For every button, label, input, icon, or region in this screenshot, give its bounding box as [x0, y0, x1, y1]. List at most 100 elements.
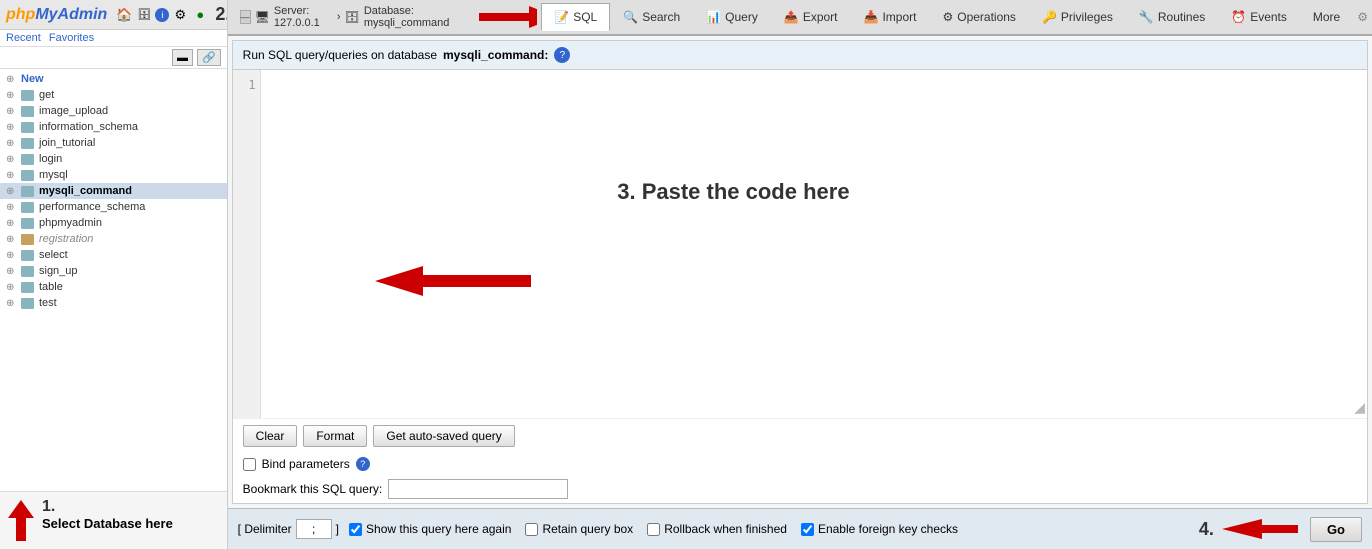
- bind-params-checkbox[interactable]: [243, 458, 256, 471]
- export-tab-label: Export: [803, 10, 838, 24]
- clear-button[interactable]: Clear: [243, 425, 298, 447]
- server-label: Server: 127.0.0.1: [274, 5, 333, 29]
- import-tab-label: Import: [882, 10, 916, 24]
- show-query-check[interactable]: Show this query here again: [349, 522, 511, 536]
- tab-sql[interactable]: 📝 SQL: [541, 3, 610, 31]
- db-join-tutorial[interactable]: ⊕ join_tutorial: [0, 135, 227, 151]
- db-name-label: select: [39, 249, 68, 261]
- retain-check[interactable]: Retain query box: [525, 522, 633, 536]
- db-name-label: mysql: [39, 169, 68, 181]
- info-icon[interactable]: i: [155, 8, 169, 22]
- expand-icon: ⊕: [6, 234, 18, 245]
- tab-search[interactable]: 🔍 Search: [610, 3, 693, 31]
- db-phpmyadmin[interactable]: ⊕ phpmyadmin: [0, 215, 227, 231]
- tab-privileges[interactable]: 🔑 Privileges: [1029, 3, 1126, 31]
- tab-import[interactable]: 📥 Import: [851, 3, 930, 31]
- help-icon[interactable]: ?: [554, 47, 570, 63]
- resize-handle[interactable]: ◢: [1354, 399, 1365, 416]
- step4-container: 4.: [1199, 515, 1300, 543]
- db-table-icon: [21, 186, 34, 197]
- bind-params-label[interactable]: Bind parameters: [262, 457, 350, 471]
- db-image-upload[interactable]: ⊕ image_upload: [0, 103, 227, 119]
- tab-query[interactable]: 📊 Query: [693, 3, 771, 31]
- db-table-icon: [21, 106, 34, 117]
- expand-icon: ⊕: [6, 186, 18, 197]
- recent-link[interactable]: Recent: [6, 32, 41, 44]
- expand-icon: ⊕: [6, 298, 18, 309]
- tab-routines[interactable]: 🔧 Routines: [1126, 3, 1218, 31]
- tab-export[interactable]: 📤 Export: [771, 3, 851, 31]
- top-bar: — 🖥 Server: 127.0.0.1 › 🗄 Database: mysq…: [228, 0, 1372, 36]
- rollback-check[interactable]: Rollback when finished: [647, 522, 787, 536]
- db-information-schema[interactable]: ⊕ information_schema: [0, 119, 227, 135]
- db-performance-schema[interactable]: ⊕ performance_schema: [0, 199, 227, 215]
- bookmark-row: Bookmark this SQL query:: [233, 475, 1367, 503]
- database-label: Database: mysqli_command: [364, 5, 461, 29]
- sql-editor-container: 1 3. Paste the code here ◢: [233, 70, 1367, 418]
- rollback-label: Rollback when finished: [664, 522, 787, 536]
- foreign-keys-checkbox[interactable]: [801, 523, 814, 536]
- expand-icon: ⊕: [6, 250, 18, 261]
- routines-tab-icon: 🔧: [1139, 10, 1154, 24]
- green-icon[interactable]: ●: [191, 6, 209, 24]
- tab-events[interactable]: ⏰ Events: [1218, 3, 1300, 31]
- expand-icon: ⊕: [6, 218, 18, 229]
- foreign-keys-label: Enable foreign key checks: [818, 522, 958, 536]
- collapse-btn[interactable]: ▬: [172, 49, 193, 66]
- db-mysql[interactable]: ⊕ mysql: [0, 167, 227, 183]
- tab-operations[interactable]: ⚙ Operations: [929, 3, 1028, 31]
- go-button[interactable]: Go: [1310, 517, 1362, 542]
- routines-tab-label: Routines: [1158, 10, 1205, 24]
- db-sign-up[interactable]: ⊕ sign_up: [0, 263, 227, 279]
- settings-gear-icon[interactable]: ⚙: [1357, 10, 1368, 24]
- sql-textarea[interactable]: [261, 70, 1367, 418]
- retain-checkbox[interactable]: [525, 523, 538, 536]
- home-icon[interactable]: 🏠: [115, 6, 133, 24]
- rollback-checkbox[interactable]: [647, 523, 660, 536]
- minimize-btn[interactable]: —: [240, 10, 251, 24]
- db-table-icon: [21, 122, 34, 133]
- server-info: — 🖥 Server: 127.0.0.1 › 🗄 Database: mysq…: [232, 5, 469, 29]
- db-login[interactable]: ⊕ login: [0, 151, 227, 167]
- logo: phpMyAdmin: [6, 6, 107, 24]
- sidebar-header: phpMyAdmin 🏠 🗄 i ⚙ ● 2.: [0, 0, 227, 30]
- foreign-keys-check[interactable]: Enable foreign key checks: [801, 522, 958, 536]
- db-registration[interactable]: ⊕ registration: [0, 231, 227, 247]
- sidebar-bottom: 1. Select Database here: [0, 491, 227, 549]
- expand-icon: ⊕: [6, 122, 18, 133]
- privileges-tab-label: Privileges: [1061, 10, 1113, 24]
- new-db-label: New: [21, 73, 44, 85]
- db-name-label: image_upload: [39, 105, 108, 117]
- autosave-button[interactable]: Get auto-saved query: [373, 425, 514, 447]
- new-db-item[interactable]: ⊕ New: [0, 71, 227, 87]
- db-name-label: information_schema: [39, 121, 138, 133]
- db-mysqli-command[interactable]: ⊕ mysqli_command: [0, 183, 227, 199]
- db-get[interactable]: ⊕ get: [0, 87, 227, 103]
- db-test[interactable]: ⊕ test: [0, 295, 227, 311]
- arrow-icon: ›: [337, 11, 341, 23]
- show-query-checkbox[interactable]: [349, 523, 362, 536]
- bind-help-icon[interactable]: ?: [356, 457, 370, 471]
- gear-icon[interactable]: ⚙: [171, 6, 189, 24]
- db-icon[interactable]: 🗄: [135, 6, 153, 24]
- tab-more[interactable]: More: [1300, 3, 1353, 31]
- export-tab-icon: 📤: [784, 10, 799, 24]
- sidebar-controls: ▬ 🔗: [0, 47, 227, 69]
- retain-label: Retain query box: [542, 522, 633, 536]
- server-icon: 🖥: [255, 10, 270, 24]
- db-name-label: login: [39, 153, 62, 165]
- delimiter-input[interactable]: [296, 519, 332, 539]
- step4-label: 4.: [1199, 519, 1214, 540]
- db-select[interactable]: ⊕ select: [0, 247, 227, 263]
- more-tab-label: More: [1313, 10, 1340, 24]
- favorites-link[interactable]: Favorites: [49, 32, 94, 44]
- format-button[interactable]: Format: [303, 425, 367, 447]
- bookmark-input[interactable]: [388, 479, 568, 499]
- db-table-icon: [21, 218, 34, 229]
- db-table-icon: [21, 298, 34, 309]
- search-tab-icon: 🔍: [623, 10, 638, 24]
- footer-bar: [ Delimiter ] Show this query here again…: [228, 508, 1372, 549]
- db-table[interactable]: ⊕ table: [0, 279, 227, 295]
- expand-link-btn[interactable]: 🔗: [197, 49, 221, 66]
- expand-icon: ⊕: [6, 90, 18, 101]
